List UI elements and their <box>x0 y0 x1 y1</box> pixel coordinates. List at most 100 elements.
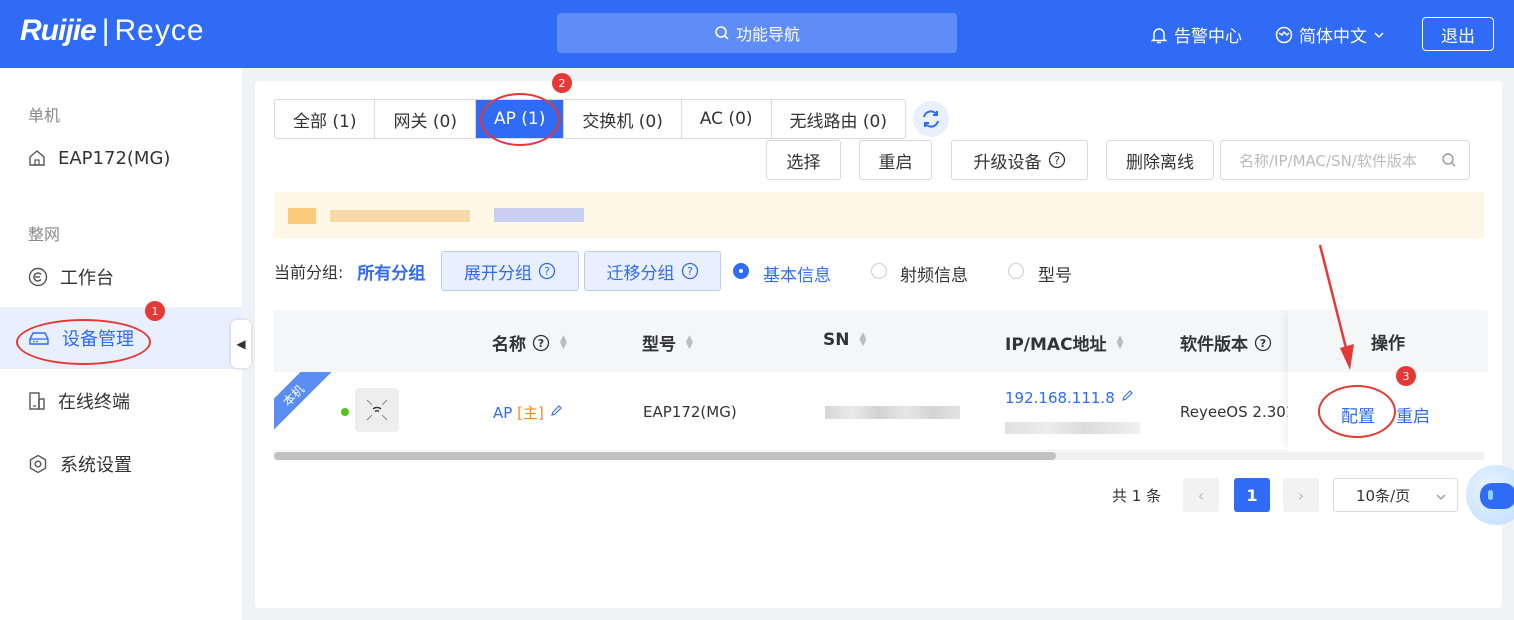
device-search-placeholder: 名称/IP/MAC/SN/软件版本 <box>1239 151 1417 170</box>
column-sn[interactable]: SN ▲ ▼ <box>823 330 866 350</box>
ip-address-link[interactable]: 192.168.111.8 <box>1005 389 1115 407</box>
sidebar-item-device[interactable]: EAP172(MG) <box>0 127 242 189</box>
migrate-group-label: 迁移分组 <box>606 263 675 284</box>
radio-basic-info-label[interactable]: 基本信息 <box>763 261 831 286</box>
column-ip-mac[interactable]: IP/MAC地址 ▲ ▼ <box>1005 330 1123 355</box>
annotation-circle-config <box>1318 385 1396 438</box>
language-label: 简体中文 <box>1299 27 1367 47</box>
radio-model-label[interactable]: 型号 <box>1038 261 1072 286</box>
globe-icon <box>1275 26 1293 43</box>
current-group: 当前分组: 所有分组 <box>274 251 425 291</box>
section-network: 整网 <box>28 225 61 244</box>
device-name-link[interactable]: AP <box>493 404 512 422</box>
radio-model[interactable] <box>1008 263 1024 279</box>
chevron-right-icon: › <box>1297 485 1305 505</box>
chevron-down-icon <box>1436 494 1446 500</box>
notice-banner <box>274 192 1484 238</box>
alarm-center-link[interactable]: 告警中心 <box>1150 22 1242 47</box>
upgrade-device-button[interactable]: 升级设备 ? <box>951 140 1088 180</box>
radio-basic-info[interactable] <box>733 263 749 279</box>
sn-value-redacted <box>825 406 960 419</box>
annotation-badge-1: 1 <box>145 301 165 321</box>
master-tag: [主] <box>517 404 544 422</box>
tab-wireless-router[interactable]: 无线路由 (0) <box>772 100 905 138</box>
expand-group-label: 展开分组 <box>464 263 532 284</box>
svg-text:?: ? <box>1054 154 1060 167</box>
page-size-select[interactable]: 10条/页 <box>1333 478 1458 512</box>
sort-icon[interactable]: ▲ ▼ <box>1117 334 1124 350</box>
column-ip-mac-label: IP/MAC地址 <box>1005 335 1107 355</box>
top-bar: Ruijie | Reyce 功能导航 告警中心 简体中文 退出 <box>0 0 1514 68</box>
reboot-button[interactable]: 重启 <box>859 140 932 180</box>
language-selector[interactable]: 简体中文 <box>1275 22 1385 47</box>
sidebar-item-workbench[interactable]: 工作台 <box>0 246 242 308</box>
edit-icon[interactable] <box>1120 389 1134 403</box>
upgrade-device-label: 升级设备 <box>973 152 1042 173</box>
sort-icon[interactable]: ▲ ▼ <box>859 332 866 348</box>
svg-text:?: ? <box>1260 337 1266 350</box>
terminal-device-icon <box>29 392 45 410</box>
expand-group-button[interactable]: 展开分组 ? <box>441 251 579 291</box>
ap-device-image <box>355 388 399 432</box>
refresh-icon <box>923 110 939 128</box>
next-page-button[interactable]: › <box>1283 478 1319 512</box>
tab-switch[interactable]: 交换机 (0) <box>564 100 682 138</box>
sort-icon[interactable]: ▲ ▼ <box>560 334 567 350</box>
settings-hexagon-icon <box>29 454 47 474</box>
column-model-label: 型号 <box>642 335 676 355</box>
chevron-down-icon <box>1374 31 1384 38</box>
sidebar-item-system-settings[interactable]: 系统设置 <box>0 433 242 495</box>
sidebar-item-label: 系统设置 <box>60 455 132 476</box>
sort-icon[interactable]: ▲ ▼ <box>686 334 693 350</box>
migrate-group-button[interactable]: 迁移分组 ? <box>584 251 721 291</box>
blurred-notice-text <box>330 210 470 222</box>
radio-rf-info-label[interactable]: 射频信息 <box>900 261 968 286</box>
tab-all[interactable]: 全部 (1) <box>275 100 376 138</box>
tab-ac[interactable]: AC (0) <box>682 100 772 138</box>
column-version-label: 软件版本 <box>1180 335 1248 355</box>
local-device-ribbon: 本机 <box>274 372 344 442</box>
column-sn-label: SN <box>823 330 850 350</box>
all-groups-link[interactable]: 所有分组 <box>357 259 425 284</box>
page-size-label: 10条/页 <box>1356 486 1411 505</box>
delete-offline-button[interactable]: 删除离线 <box>1106 140 1214 180</box>
ip-cell: 192.168.111.8 <box>1005 389 1134 407</box>
column-model[interactable]: 型号 ▲ ▼ <box>642 330 693 355</box>
help-icon: ? <box>681 262 698 280</box>
sidebar-item-online-clients[interactable]: 在线终端 <box>0 370 242 432</box>
select-button[interactable]: 选择 <box>766 140 841 180</box>
column-software-version: 软件版本 ? <box>1180 330 1272 355</box>
sidebar-item-label: 工作台 <box>60 268 114 289</box>
feature-search-label: 功能导航 <box>735 25 800 44</box>
edit-icon[interactable] <box>549 404 563 418</box>
logout-button[interactable]: 退出 <box>1422 17 1494 51</box>
reboot-link[interactable]: 重启 <box>1396 402 1430 427</box>
help-icon: ? <box>538 262 556 280</box>
feature-search-box[interactable]: 功能导航 <box>557 13 957 53</box>
help-icon: ? <box>1254 334 1272 351</box>
mac-value-redacted <box>1005 422 1140 434</box>
column-name[interactable]: 名称 ? ▲ ▼ <box>492 330 567 355</box>
brand-logo: Ruijie | Reyce <box>20 14 205 47</box>
svg-text:?: ? <box>687 265 693 278</box>
device-type-tabs: 全部 (1) 网关 (0) AP (1) 交换机 (0) AC (0) 无线路由… <box>274 99 906 139</box>
sidebar-item-label: EAP172(MG) <box>58 147 171 169</box>
table-horizontal-scrollbar[interactable] <box>274 452 1484 460</box>
page-number-current[interactable]: 1 <box>1234 478 1270 512</box>
device-search-input[interactable]: 名称/IP/MAC/SN/软件版本 <box>1220 140 1470 180</box>
svg-text:?: ? <box>538 337 544 350</box>
sidebar-collapse-toggle[interactable]: ◀ <box>231 320 251 368</box>
blurred-notice-link <box>494 208 584 222</box>
scrollbar-thumb[interactable] <box>274 452 1056 460</box>
tab-gateway[interactable]: 网关 (0) <box>375 100 476 138</box>
annotation-badge-3: 3 <box>1396 366 1416 386</box>
home-icon <box>29 150 45 166</box>
refresh-button[interactable] <box>913 101 949 137</box>
svg-text:?: ? <box>544 265 550 278</box>
annotation-badge-2: 2 <box>552 73 572 93</box>
radio-rf-info[interactable] <box>871 263 887 279</box>
prev-page-button[interactable]: ‹ <box>1183 478 1219 512</box>
blurred-notice-icon <box>288 208 316 224</box>
software-version-cell: ReyeeOS 2.301. <box>1180 403 1301 421</box>
workbench-icon <box>28 267 48 287</box>
